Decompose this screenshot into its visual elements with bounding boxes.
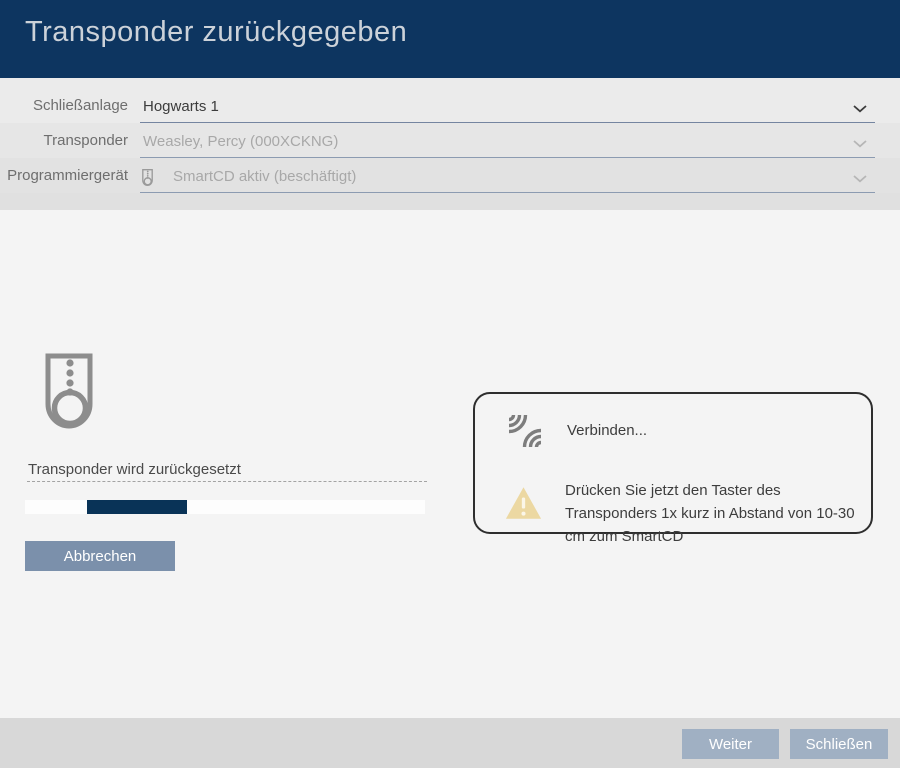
transponder-icon — [45, 353, 93, 429]
progress-bar — [25, 500, 425, 514]
programmiergeraet-label: Programmiergerät — [0, 167, 128, 184]
programmiergeraet-value: SmartCD aktiv (beschäftigt) — [173, 168, 356, 185]
transponder-label: Transponder — [0, 132, 128, 149]
schliessanlage-label: Schließanlage — [0, 97, 128, 114]
progress-segment — [87, 500, 187, 514]
warning-icon — [505, 486, 542, 520]
form-row-schliessanlage: Schließanlage Hogwarts 1 — [0, 78, 900, 123]
connect-status-text: Verbinden... — [567, 422, 647, 439]
programmiergeraet-select-disabled: SmartCD aktiv (beschäftigt) — [140, 165, 875, 193]
form-row-programmiergeraet: Programmiergerät SmartCD aktiv (beschäft… — [0, 158, 900, 193]
transponder-icon — [142, 169, 153, 186]
cancel-button[interactable]: Abbrechen — [25, 541, 175, 571]
radio-waves-icon — [505, 410, 545, 452]
close-button[interactable]: Schließen — [790, 729, 888, 759]
transponder-select-disabled: Weasley, Percy (000XCKNG) — [140, 130, 875, 158]
chevron-down-icon[interactable] — [853, 105, 867, 113]
progress-status-label: Transponder wird zurückgesetzt — [28, 461, 241, 478]
form-row-transponder: Transponder Weasley, Percy (000XCKNG) — [0, 123, 900, 158]
footer-bar: Weiter Schließen — [0, 718, 900, 768]
chevron-down-icon — [853, 140, 867, 148]
schliessanlage-value: Hogwarts 1 — [143, 98, 219, 115]
message-panel: Verbinden... Drücken Sie jetzt den Taste… — [473, 392, 873, 534]
schliessanlage-select[interactable]: Hogwarts 1 — [140, 95, 875, 123]
dialog-title: Transponder zurückgegeben — [25, 16, 407, 49]
instruction-text: Drücken Sie jetzt den Taster des Transpo… — [565, 479, 870, 548]
form-area-bottom — [0, 193, 900, 210]
next-button[interactable]: Weiter — [682, 729, 779, 759]
dashed-divider — [27, 481, 427, 482]
transponder-value: Weasley, Percy (000XCKNG) — [143, 133, 338, 150]
chevron-down-icon — [853, 175, 867, 183]
dialog-header: Transponder zurückgegeben — [0, 0, 900, 78]
